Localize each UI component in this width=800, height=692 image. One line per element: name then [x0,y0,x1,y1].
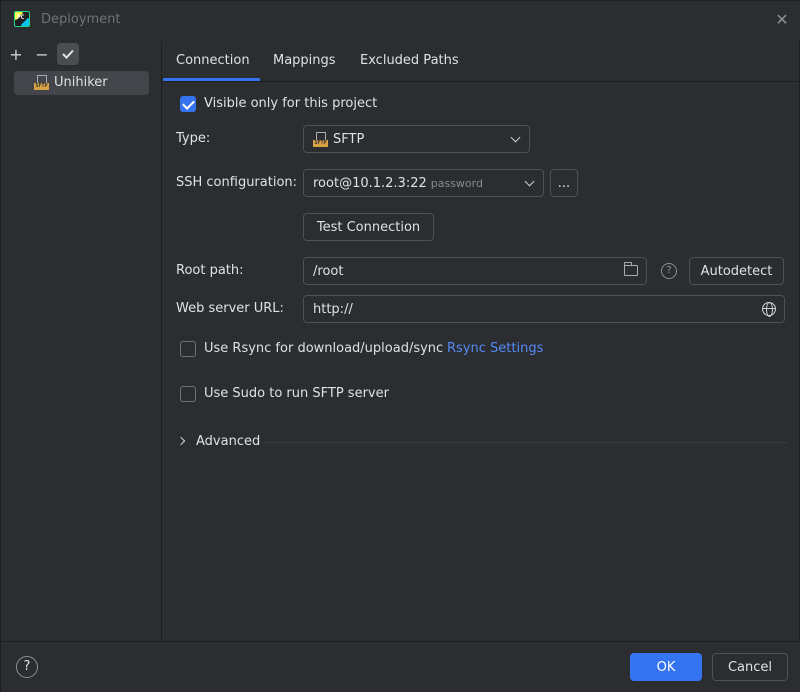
use-sudo-checkbox[interactable] [180,386,196,402]
visible-only-checkbox[interactable] [180,96,196,112]
chevron-down-icon [510,132,521,143]
web-server-url-field[interactable]: http:// [303,295,785,323]
web-server-url-value: http:// [313,302,353,317]
help-icon[interactable]: ? [661,263,677,279]
ssh-configuration-value-wrap: root@10.1.2.3:22 password [313,176,483,191]
deployment-dialog: PC Deployment ✕ + − SFTP Unihiker Connec… [0,0,800,692]
set-default-checkmark-icon[interactable] [57,43,79,65]
tab-excluded-paths[interactable]: Excluded Paths [360,53,459,68]
add-server-icon[interactable]: + [5,43,27,65]
ok-button[interactable]: OK [630,653,702,681]
server-list-panel: + − SFTP Unihiker [1,41,162,641]
ssh-auth-hint: password [430,177,483,190]
root-path-field[interactable]: /root [303,257,647,285]
use-sudo-label: Use Sudo to run SFTP server [204,386,389,401]
window-title: Deployment [41,12,121,27]
tab-mappings[interactable]: Mappings [273,53,336,68]
cancel-button[interactable]: Cancel [712,653,788,681]
tab-bar: Connection Mappings Excluded Paths [163,41,800,82]
advanced-section-toggle[interactable]: Advanced [196,434,260,449]
chevron-down-icon [524,176,535,187]
chevron-right-icon[interactable] [176,436,186,446]
pycharm-app-icon: PC [14,11,30,27]
test-connection-button[interactable]: Test Connection [303,213,434,241]
autodetect-button[interactable]: Autodetect [689,257,784,285]
root-path-value: /root [313,264,344,279]
server-item-unihiker[interactable]: SFTP Unihiker [14,71,149,95]
root-path-label: Root path: [176,263,244,278]
web-server-url-label: Web server URL: [176,301,284,316]
tab-connection[interactable]: Connection [176,53,250,68]
type-label: Type: [176,131,211,146]
sftp-icon: SFTP [313,132,328,147]
ssh-configuration-more-button[interactable]: ... [550,169,578,197]
sftp-icon: SFTP [34,75,49,90]
ssh-configuration-value: root@10.1.2.3:22 [313,176,427,191]
remove-server-icon[interactable]: − [31,43,53,65]
server-list-toolbar: + − [5,43,79,65]
use-rsync-label: Use Rsync for download/upload/sync [204,341,444,356]
folder-icon[interactable] [623,262,638,276]
close-icon[interactable]: ✕ [773,11,791,29]
server-item-label: Unihiker [54,75,108,90]
ssh-configuration-label: SSH configuration: [176,175,298,190]
section-divider [265,442,787,443]
help-icon[interactable]: ? [16,656,38,678]
rsync-settings-link[interactable]: Rsync Settings [447,341,543,356]
globe-icon[interactable] [762,302,776,317]
type-dropdown[interactable]: SFTP SFTP [303,125,530,153]
type-value: SFTP [333,132,365,147]
visible-only-label: Visible only for this project [204,96,378,111]
selected-tab-indicator [163,78,260,81]
ssh-configuration-dropdown[interactable]: root@10.1.2.3:22 password [303,169,544,197]
title-bar: PC Deployment ✕ [1,1,800,41]
use-rsync-checkbox[interactable] [180,341,196,357]
